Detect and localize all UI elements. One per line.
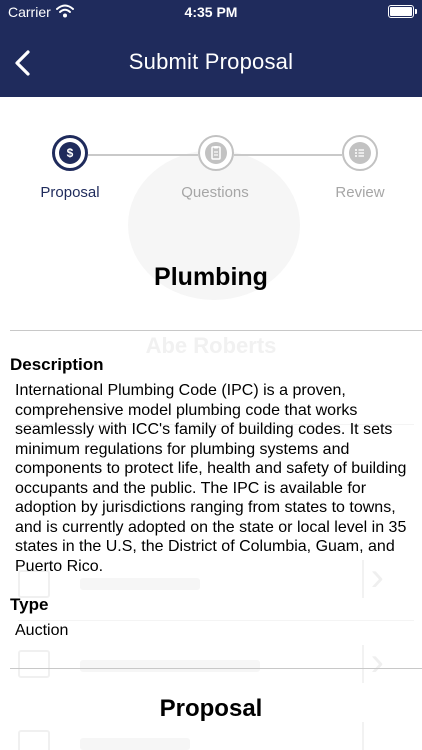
proposal-heading: Proposal	[159, 695, 263, 722]
progress-stepper: $ Proposal Questions Review	[0, 97, 422, 212]
list-icon	[349, 142, 371, 164]
stepper-connector	[88, 154, 198, 156]
background-row-text	[80, 738, 190, 750]
type-heading: Type	[10, 595, 49, 614]
dollar-icon: $	[59, 142, 81, 164]
page-title: Submit Proposal	[128, 49, 294, 74]
status-time: 4:35 PM	[184, 4, 238, 20]
subject-title: Plumbing	[154, 263, 268, 291]
chevron-right-icon: ›	[370, 640, 384, 684]
background-row-separator	[362, 722, 364, 750]
divider	[10, 330, 422, 331]
step-proposal[interactable]: $	[52, 135, 88, 171]
clipboard-icon	[205, 142, 227, 164]
background-row-text	[80, 578, 200, 590]
step-label-proposal: Proposal	[40, 184, 100, 201]
status-bar: Carrier 4:35 PM	[0, 0, 422, 26]
background-row-separator	[362, 645, 364, 683]
nav-bar: Submit Proposal	[0, 26, 422, 97]
step-label-questions: Questions	[181, 184, 249, 201]
type-value: Auction	[15, 622, 69, 639]
background-list-icon	[18, 730, 50, 750]
battery-icon	[388, 5, 417, 18]
step-questions[interactable]	[198, 135, 234, 171]
divider	[10, 668, 422, 669]
background-row-text	[80, 660, 260, 672]
step-review[interactable]	[342, 135, 378, 171]
description-heading: Description	[10, 355, 104, 374]
description-text: International Plumbing Code (IPC) is a p…	[15, 382, 407, 575]
stepper-connector	[234, 154, 342, 156]
step-label-review: Review	[335, 184, 385, 201]
background-list-icon	[18, 650, 50, 678]
